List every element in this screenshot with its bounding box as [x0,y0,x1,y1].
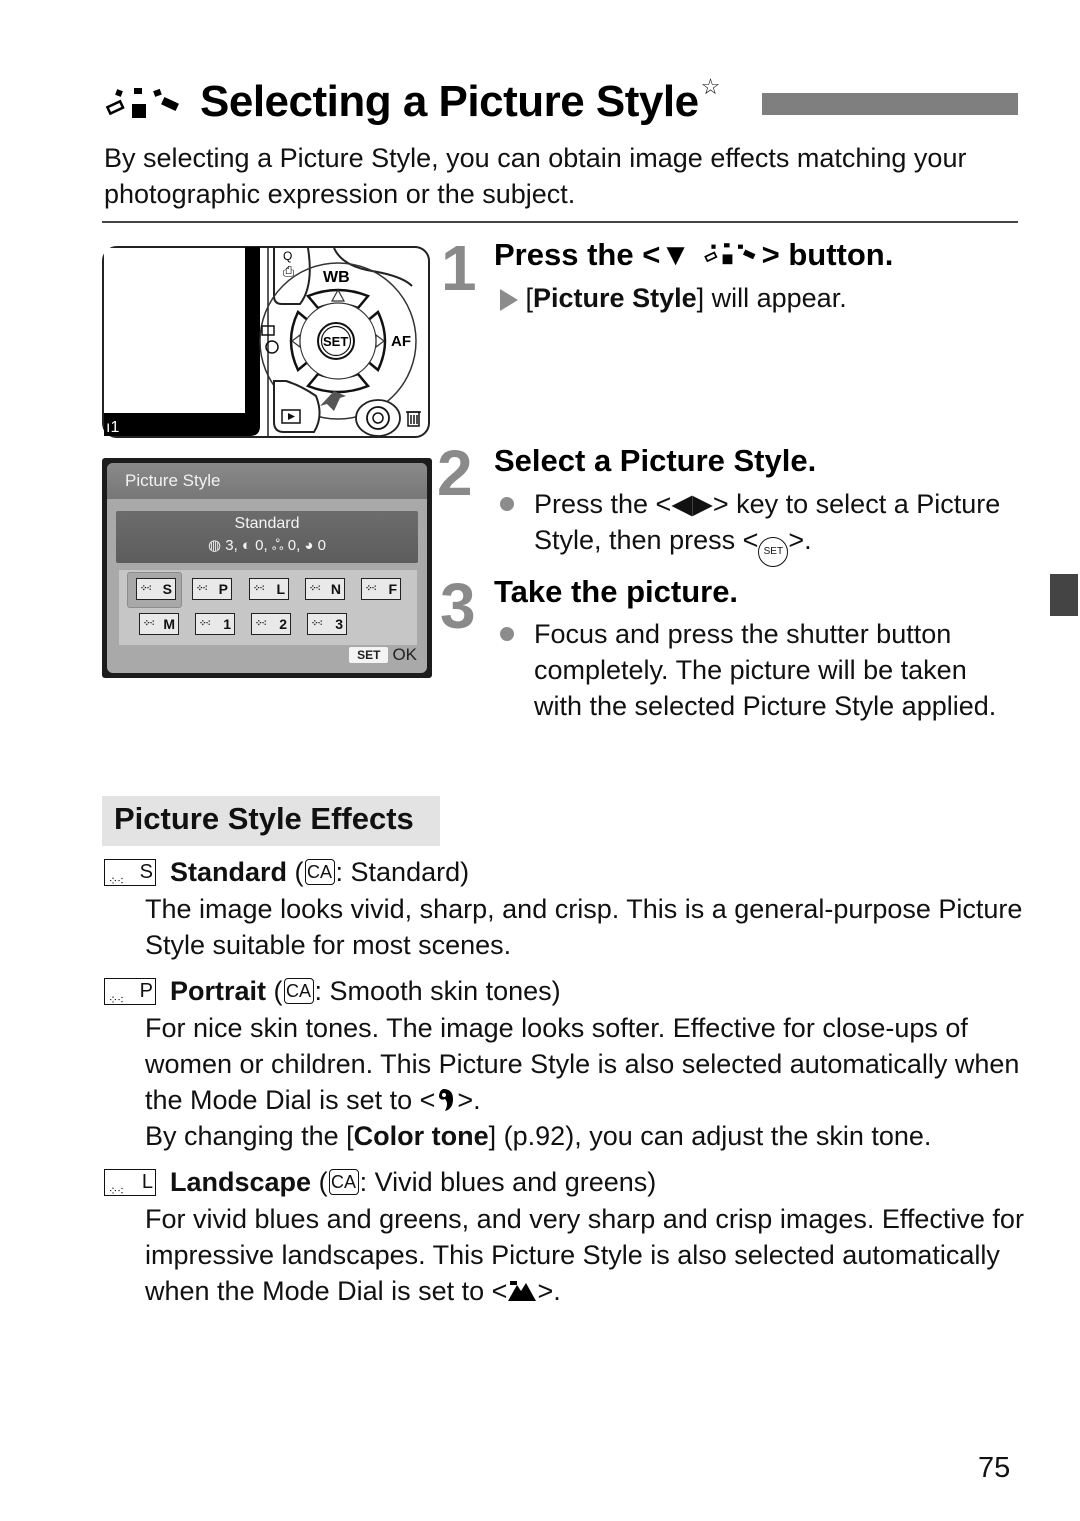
lcd-style-option: ⁘⁖ N [305,578,345,600]
color-tone-label: Color tone [353,1121,489,1151]
lcd-style-option: ⁘⁖ M [139,613,179,635]
desc-after: >. [537,1276,561,1306]
extra-prefix: By changing the [ [145,1121,354,1151]
lcd-picture-style-screen: Picture Style Standard ◍ 3, ◐ 0, ஃ 0, ◕ … [102,458,432,678]
lcd-footer: SET OK [349,645,417,665]
effects-heading: Picture Style Effects [102,796,440,846]
step-1-number: 1 [441,232,477,304]
desc-text: For nice skin tones. The image looks sof… [145,1013,1020,1115]
page-title: Selecting a Picture Style [200,77,699,126]
creative-auto-icon: CA [283,978,314,1004]
bullet-icon [500,497,514,516]
print-icon: ⎙ [283,263,294,279]
ca-description: : Smooth skin tones) [314,976,561,1006]
intro-paragraph: By selecting a Picture Style, you can ob… [104,143,967,209]
ca-description: : Vivid blues and greens) [359,1167,657,1197]
lcd-style-option: ⁘⁖ 2 [251,613,291,635]
ca-description: : Standard) [335,857,470,887]
style-name: Standard [170,857,288,887]
lcd-style-option: ⁘⁖ 1 [195,613,235,635]
lcd-ok-label: OK [392,645,417,664]
step-2-title: Select a Picture Style. [494,443,817,478]
style-landscape-title: ⁘⁖ L Landscape (CA: Vivid blues and green… [104,1164,656,1200]
picture-style-icon [703,243,756,265]
lcd-style-option: ⁘⁖ F [361,578,401,600]
svg-text:ı1: ı1 [106,419,119,436]
desc-text: For vivid blues and greens, and very sha… [145,1204,1024,1306]
page-title-row: Selecting a Picture Style ☆ [104,72,720,132]
svg-text:Q: Q [283,249,292,263]
instr-prefix: Press the < [534,489,672,519]
style-standard-desc: The image looks vivid, sharp, and crisp.… [145,894,1023,960]
portrait-mode-icon [439,1089,454,1111]
step-3-title: Take the picture. [494,574,739,609]
step-3-instruction: Focus and press the shutter button compl… [534,619,997,721]
creative-auto-icon: CA [304,859,335,885]
step-2-instruction: Press the <◀▶> key to select a Picture S… [534,486,1004,567]
instr-suffix: >. [788,525,812,555]
step-1-title-prefix: Press the < [494,237,661,272]
result-text: ] will appear. [696,283,847,313]
lcd-style-option: ⁘⁖ P [192,578,232,600]
bullet-icon [500,627,514,646]
page-number: 75 [978,1452,1011,1484]
lcd-style-params: ◍ 3, ◐ 0, ஃ 0, ◕ 0 [207,537,326,554]
step-1-title: Press the <▼ > button. [494,237,893,273]
lcd-style-option: ⁘⁖ S [136,578,176,600]
step-1-result: [Picture Style] will appear. [500,280,847,316]
picture-style-icon [105,88,179,118]
left-right-keys-icon: ◀▶ [671,489,713,519]
camera-back-diagram: ı1 Q ⎙ WB AF SET [102,246,430,438]
advanced-star-icon: ☆ [700,74,721,99]
desc-after: >. [457,1085,481,1115]
chapter-tab-marker [1050,574,1078,616]
portrait-style-icon: ⁘⁖ P [104,977,156,1007]
lcd-header: Picture Style [107,463,427,499]
menu-name: Picture Style [533,283,697,313]
wb-label: WB [323,269,350,286]
lcd-style-info: Standard ◍ 3, ◐ 0, ஃ 0, ◕ 0 [116,511,418,563]
lcd-style-grid: ⁘⁖ S ⁘⁖ P ⁘⁖ L ⁘⁖ N ⁘⁖ F ⁘⁖ M ⁘⁖ 1 ⁘⁖ 2 ⁘⁖ 3 [119,570,417,645]
landscape-style-icon: ⁘⁖ L [104,1168,156,1198]
af-label: AF [391,333,411,350]
lcd-style-option: ⁘⁖ L [249,578,289,600]
style-name: Landscape [170,1167,312,1197]
creative-auto-icon: CA [328,1169,359,1195]
down-arrow-icon: ▼ [660,237,691,272]
style-portrait-desc: For nice skin tones. The image looks sof… [145,1010,1025,1154]
step-1-title-suffix: > button. [761,237,894,272]
standard-style-icon: ⁘⁖ S [104,858,156,888]
style-standard-title: ⁘⁖ S Standard (CA: Standard) [104,854,469,890]
divider [102,221,1018,223]
step-2-number: 2 [437,437,473,509]
title-decoration-bar [762,93,1018,115]
style-name: Portrait [170,976,267,1006]
bracket-open: [ [525,283,534,313]
result-arrow-icon [500,288,518,311]
step-3-number: 3 [440,570,476,642]
lcd-selected-style: Standard [234,515,300,532]
style-portrait-title: ⁘⁖ P Portrait (CA: Smooth skin tones) [104,973,561,1009]
set-label: SET [323,334,348,349]
lcd-style-option: ⁘⁖ 3 [307,613,347,635]
lcd-set-button: SET [349,647,389,663]
extra-suffix: ] (p.92), you can adjust the skin tone. [488,1121,932,1151]
landscape-mode-icon [508,1281,537,1301]
style-landscape-desc: For vivid blues and greens, and very sha… [145,1201,1025,1309]
set-button-icon: SET [758,537,789,567]
